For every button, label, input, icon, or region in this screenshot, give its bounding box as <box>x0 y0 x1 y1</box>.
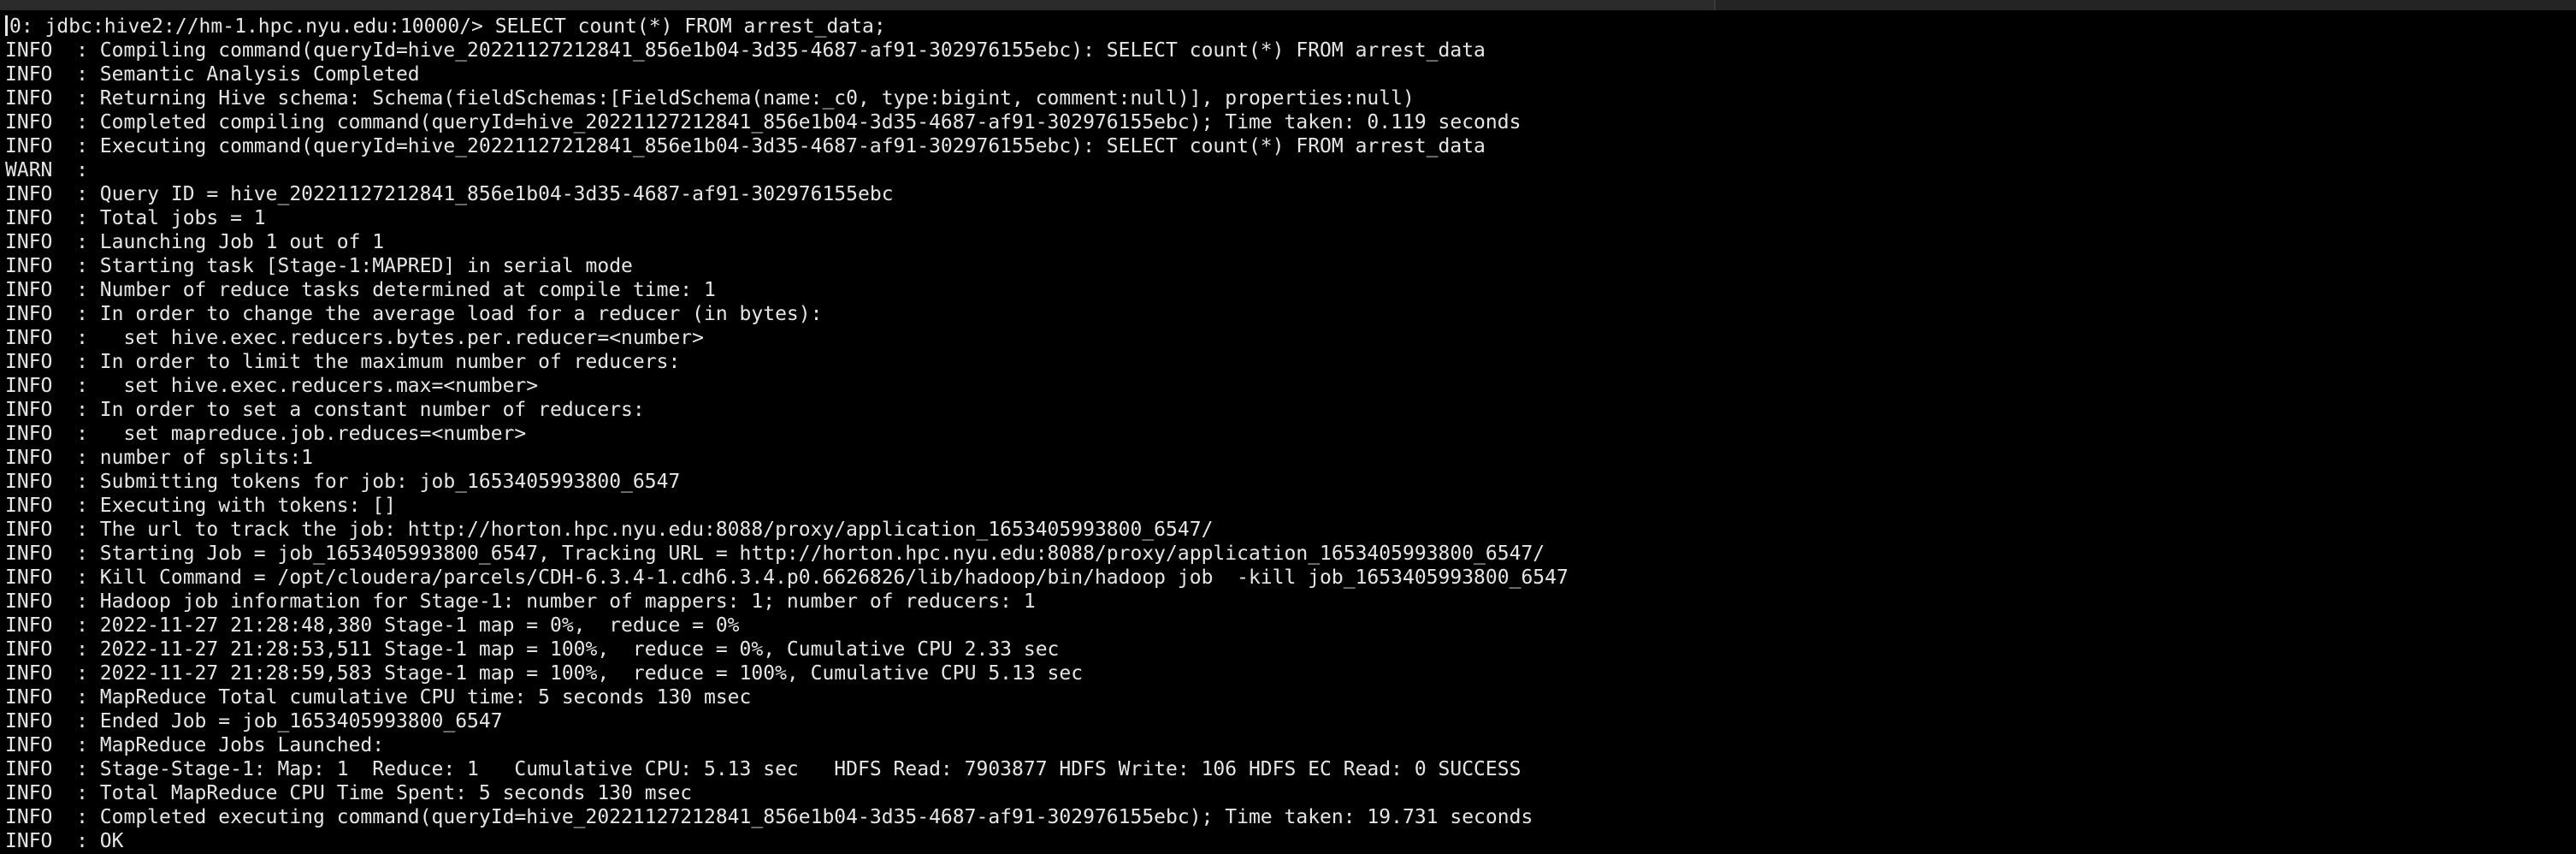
log-line: INFO : Executing with tokens: [] <box>5 495 396 517</box>
log-line: INFO : Total MapReduce CPU Time Spent: 5… <box>5 782 693 804</box>
log-line: INFO : Executing command(queryId=hive_20… <box>5 135 1486 157</box>
log-line: INFO : Compiling command(queryId=hive_20… <box>5 39 1486 62</box>
log-line: INFO : set mapreduce.job.reduces=<number… <box>5 423 527 445</box>
terminal-tab-bar <box>0 0 2576 10</box>
log-line: INFO : Stage-Stage-1: Map: 1 Reduce: 1 C… <box>5 758 1521 780</box>
log-line: INFO : In order to change the average lo… <box>5 303 823 325</box>
log-line: INFO : Submitting tokens for job: job_16… <box>5 471 681 493</box>
log-line: INFO : number of splits:1 <box>5 447 314 469</box>
terminal-tab-inactive[interactable] <box>1714 0 2576 10</box>
log-line: INFO : Total jobs = 1 <box>5 207 266 229</box>
log-line: INFO : 2022-11-27 21:28:59,583 Stage-1 m… <box>5 662 1084 685</box>
log-line: WARN : <box>5 159 88 181</box>
log-line: INFO : set hive.exec.reducers.bytes.per.… <box>5 327 704 349</box>
log-line: INFO : Number of reduce tasks determined… <box>5 279 716 301</box>
log-line: INFO : Kill Command = /opt/cloudera/parc… <box>5 566 1569 589</box>
log-line: INFO : In order to limit the maximum num… <box>5 351 681 373</box>
prompt-line: 0: jdbc:hive2://hm-1.hpc.nyu.edu:10000/>… <box>5 15 2576 39</box>
terminal-output[interactable]: 0: jdbc:hive2://hm-1.hpc.nyu.edu:10000/>… <box>5 15 2576 854</box>
log-line: INFO : MapReduce Total cumulative CPU ti… <box>5 686 752 709</box>
log-line: INFO : Returning Hive schema: Schema(fie… <box>5 87 1415 110</box>
log-line: INFO : set hive.exec.reducers.max=<numbe… <box>5 375 539 397</box>
log-line: INFO : OK <box>5 830 124 852</box>
log-line: INFO : Starting Job = job_1653405993800_… <box>5 543 1545 565</box>
log-line: INFO : MapReduce Jobs Launched: <box>5 734 385 756</box>
log-line: INFO : The url to track the job: http://… <box>5 519 1214 541</box>
terminal-tab-active[interactable] <box>0 0 1714 10</box>
prompt-command: 0: jdbc:hive2://hm-1.hpc.nyu.edu:10000/>… <box>9 15 886 38</box>
log-line: INFO : Semantic Analysis Completed <box>5 63 420 86</box>
log-line: INFO : In order to set a constant number… <box>5 399 645 421</box>
log-line: INFO : Query ID = hive_20221127212841_85… <box>5 183 894 205</box>
log-line: INFO : Launching Job 1 out of 1 <box>5 231 385 253</box>
log-line: INFO : 2022-11-27 21:28:48,380 Stage-1 m… <box>5 614 740 637</box>
log-line: INFO : Starting task [Stage-1:MAPRED] in… <box>5 255 633 277</box>
log-line: INFO : Hadoop job information for Stage-… <box>5 590 1036 613</box>
log-line: INFO : Ended Job = job_1653405993800_654… <box>5 710 503 732</box>
log-line: INFO : Completed executing command(query… <box>5 806 1533 828</box>
log-line: INFO : Completed compiling command(query… <box>5 111 1521 133</box>
text-cursor <box>5 15 8 36</box>
log-line: INFO : 2022-11-27 21:28:53,511 Stage-1 m… <box>5 638 1060 661</box>
